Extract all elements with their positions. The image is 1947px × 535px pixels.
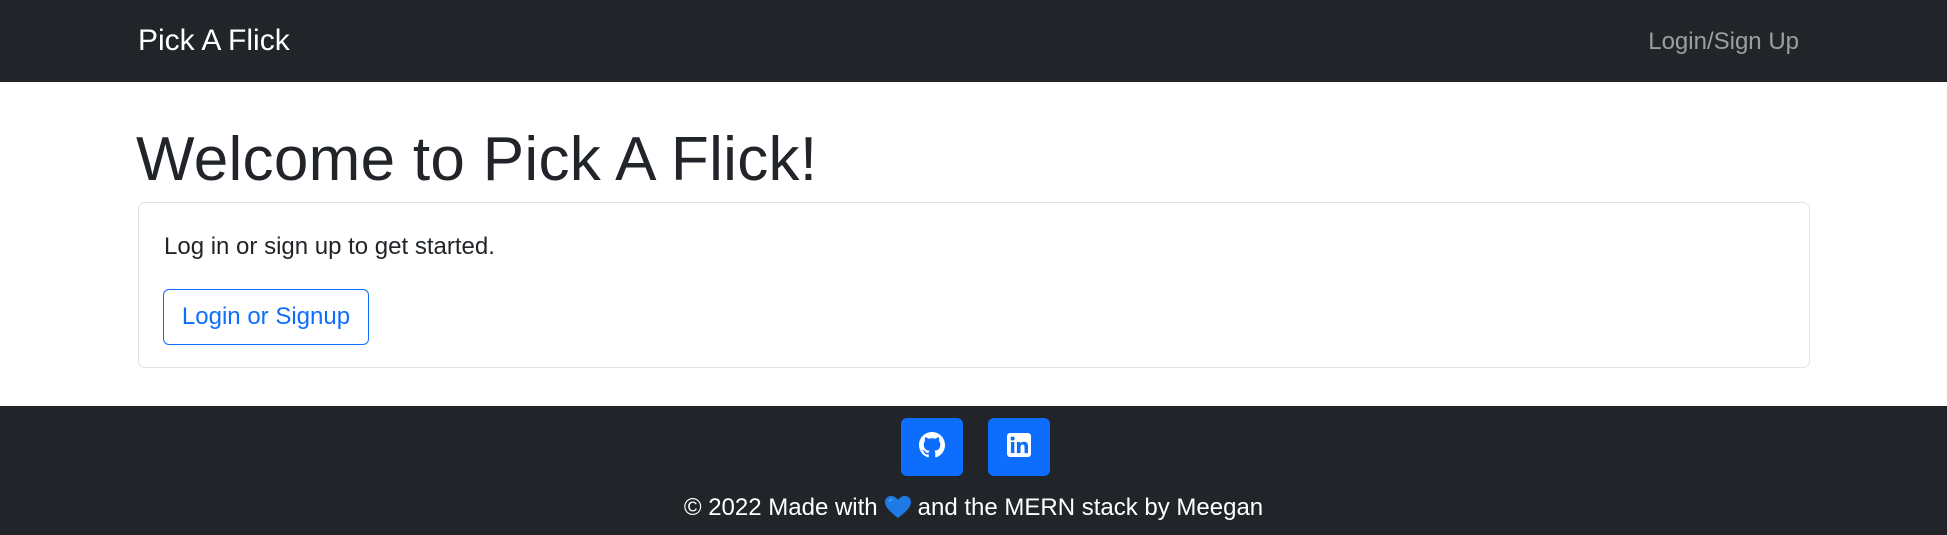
footer: © 2022 Made with and the MERN stack by Me…: [0, 406, 1947, 535]
footer-credit: © 2022 Made with and the MERN stack by Me…: [0, 492, 1947, 528]
linkedin-icon: [1007, 432, 1031, 462]
page-title: Welcome to Pick A Flick!: [136, 125, 818, 194]
top-navbar: Pick A Flick Login/Sign Up: [0, 0, 1947, 82]
linkedin-link-button[interactable]: [988, 418, 1050, 476]
github-icon: [919, 431, 945, 463]
welcome-card: Log in or sign up to get started. Login …: [138, 202, 1810, 368]
brand-link[interactable]: Pick A Flick: [138, 22, 290, 60]
footer-text-before: © 2022 Made with: [683, 494, 878, 521]
blue-heart-icon: [884, 495, 912, 528]
main-content: Welcome to Pick A Flick! Log in or sign …: [0, 82, 1947, 406]
card-text: Log in or sign up to get started.: [164, 233, 495, 260]
github-link-button[interactable]: [901, 418, 963, 476]
footer-text-after: and the MERN stack by Meegan: [917, 494, 1264, 521]
login-signup-nav-link[interactable]: Login/Sign Up: [1648, 26, 1799, 58]
login-or-signup-button[interactable]: Login or Signup: [163, 289, 369, 345]
